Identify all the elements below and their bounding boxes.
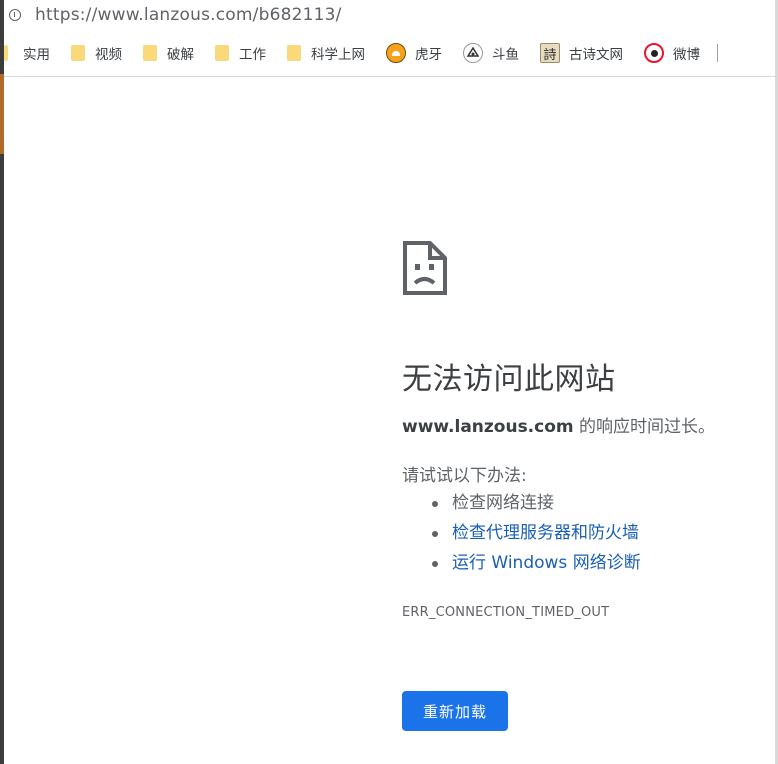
bookmark-label: 视频	[95, 47, 122, 63]
bookmark-gushiwen[interactable]: 詩 古诗文网	[540, 43, 623, 63]
bookmark-label: 破解	[167, 47, 194, 63]
folder-icon	[215, 45, 229, 61]
bookmark-douyu[interactable]: 斗鱼	[463, 43, 519, 63]
folder-icon	[143, 45, 157, 61]
error-host: www.lanzous.com	[402, 417, 574, 437]
suggestion-check-proxy-link[interactable]: 检查代理服务器和防火墙	[402, 518, 641, 548]
douyu-icon	[463, 43, 483, 63]
bookmark-label: 斗鱼	[492, 47, 519, 63]
taskbar-accent	[0, 74, 4, 154]
bookmark-pojie[interactable]: 破解	[143, 43, 194, 63]
suggestion-run-diagnostics-link[interactable]: 运行 Windows 网络诊断	[402, 548, 641, 578]
info-icon[interactable]	[9, 9, 21, 21]
bookmark-label: 微博	[673, 47, 700, 63]
suggestion-check-network: 检查网络连接	[402, 488, 641, 518]
bookmarks-bar: 实用 视频 破解 工作 科学上网 虎牙 斗鱼 詩 古诗文网 微博	[4, 30, 775, 77]
error-code: ERR_CONNECTION_TIMED_OUT	[402, 605, 610, 620]
suggestions-heading: 请试试以下办法:	[402, 466, 527, 486]
bookmark-label: 科学上网	[311, 47, 365, 63]
bookmark-label: 实用	[23, 47, 50, 63]
bookmark-label: 古诗文网	[569, 47, 623, 63]
window-left-edge	[0, 0, 4, 764]
bookmark-gongzuo[interactable]: 工作	[215, 43, 266, 63]
bookmark-kexue[interactable]: 科学上网	[287, 43, 365, 63]
url-text[interactable]: https://www.lanzous.com/b682113/	[35, 5, 342, 25]
folder-icon	[4, 45, 8, 61]
bookmark-shipin[interactable]: 视频	[71, 43, 122, 63]
bookmark-weibo[interactable]: 微博	[644, 43, 700, 63]
huya-icon	[386, 43, 406, 63]
address-bar[interactable]: https://www.lanzous.com/b682113/	[4, 0, 775, 30]
bookmark-huya[interactable]: 虎牙	[386, 43, 442, 63]
gushiwen-icon: 詩	[540, 43, 560, 63]
suggestions-list: 检查网络连接 检查代理服务器和防火墙 运行 Windows 网络诊断	[402, 488, 641, 578]
bookmark-shiyong[interactable]: 实用	[4, 43, 50, 63]
bookmark-label: 工作	[239, 47, 266, 63]
sad-file-icon	[403, 241, 447, 295]
error-title: 无法访问此网站	[402, 362, 616, 397]
weibo-icon	[644, 43, 664, 63]
folder-icon	[287, 45, 301, 61]
bookmarks-divider	[717, 44, 718, 62]
bookmark-label: 虎牙	[415, 47, 442, 63]
error-message: 的响应时间过长。	[573, 417, 716, 437]
error-description: www.lanzous.com 的响应时间过长。	[402, 412, 715, 437]
reload-button[interactable]: 重新加载	[402, 691, 508, 731]
folder-icon	[71, 45, 85, 61]
